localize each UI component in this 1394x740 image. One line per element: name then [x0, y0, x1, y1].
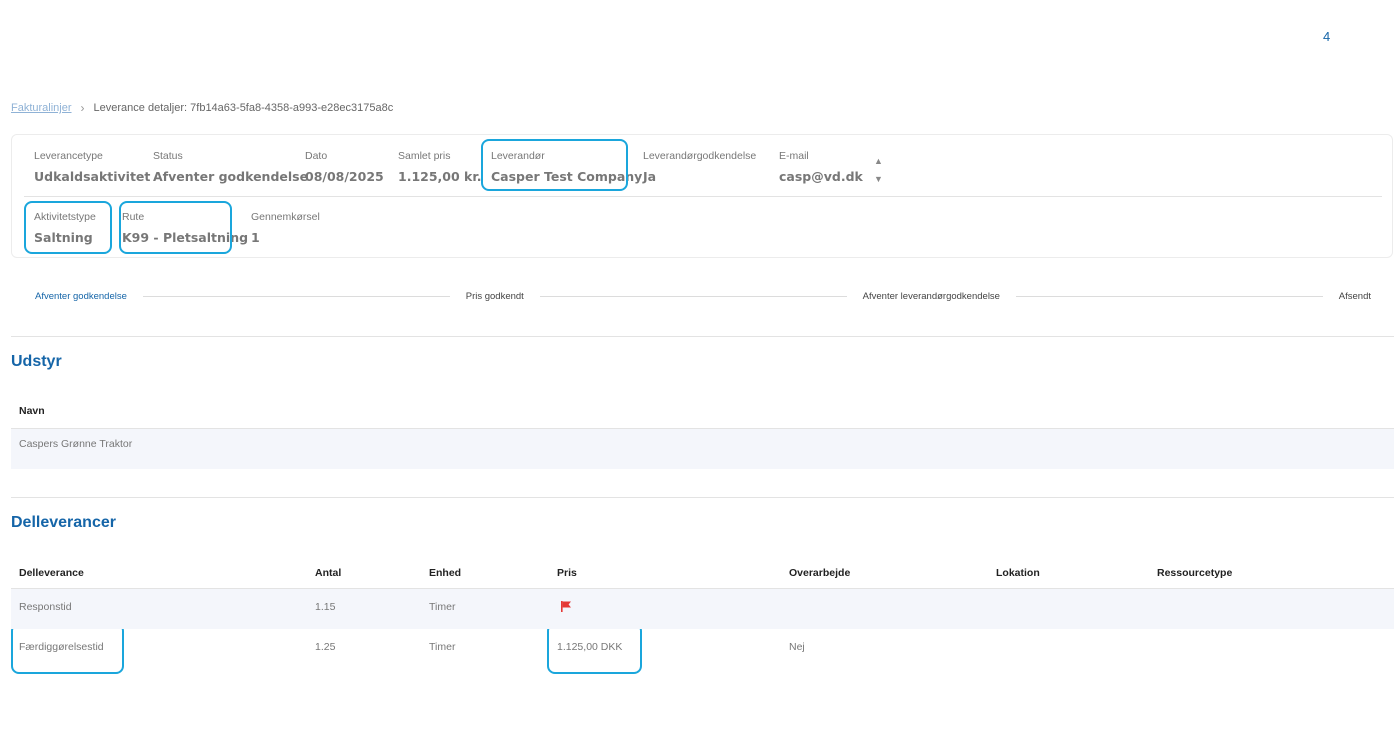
field-leverancetype: Leverancetype Udkaldsaktivitet: [34, 150, 150, 184]
field-label: Samlet pris: [398, 150, 451, 162]
field-leverandor: Leverandør Casper Test Company: [491, 150, 642, 184]
column-header-enhed[interactable]: Enhed: [429, 567, 461, 579]
card-divider: [24, 196, 1382, 197]
page-number: 4: [1323, 29, 1331, 44]
step-afventer-godkendelse: Afventer godkendelse: [35, 290, 127, 302]
table-row[interactable]: Færdiggørelsestid 1.25 Timer 1.125,00 DK…: [11, 629, 1394, 669]
field-label: E-mail: [779, 150, 809, 162]
cell-enhed: Timer: [429, 641, 456, 653]
breadcrumb-link-fakturalinjer[interactable]: Fakturalinjer: [11, 102, 72, 114]
field-leverandorgodkendelse: Leverandørgodkendelse Ja: [643, 150, 756, 184]
table-row[interactable]: Caspers Grønne Traktor: [11, 429, 1394, 469]
column-header-navn[interactable]: Navn: [19, 405, 45, 417]
table-header: Delleverance Antal Enhed Pris Overarbejd…: [11, 553, 1394, 589]
field-samlet-pris: Samlet pris 1.125,00 kr.: [398, 150, 481, 184]
column-header-pris[interactable]: Pris: [557, 567, 577, 579]
field-dato: Dato 08/08/2025: [305, 150, 384, 184]
field-value: casp@vd.dk: [779, 169, 863, 184]
field-aktivitetstype: Aktivitetstype Saltning: [34, 211, 96, 245]
column-header-lokation[interactable]: Lokation: [996, 567, 1040, 579]
cell-antal: 1.15: [315, 601, 336, 613]
delleverancer-table: Delleverance Antal Enhed Pris Overarbejd…: [11, 553, 1394, 669]
field-value: 1.125,00 kr.: [398, 169, 482, 184]
field-label: Gennemkørsel: [251, 211, 320, 223]
section-title-delleverancer: Delleverancer: [11, 514, 116, 531]
column-header-delleverance[interactable]: Delleverance: [19, 567, 84, 579]
section-divider: [11, 336, 1394, 337]
column-header-overarbejde[interactable]: Overarbejde: [789, 567, 850, 579]
field-value: Ja: [643, 169, 657, 184]
field-status: Status Afventer godkendelse: [153, 150, 308, 184]
field-label: Leverandørgodkendelse: [643, 150, 757, 162]
cell-antal: 1.25: [315, 641, 336, 653]
section-title-udstyr: Udstyr: [11, 353, 62, 370]
breadcrumb: Fakturalinjer › Leverance detaljer: 7fb1…: [11, 101, 393, 115]
field-rute: Rute K99 - Pletsaltning: [122, 211, 248, 245]
field-label: Leverandør: [491, 150, 545, 162]
field-value: Afventer godkendelse: [153, 169, 309, 184]
field-email: E-mail casp@vd.dk: [779, 150, 863, 184]
chevron-right-icon: ›: [80, 101, 85, 115]
field-label: Dato: [305, 150, 328, 162]
field-value: K99 - Pletsaltning: [122, 230, 249, 245]
section-divider: [11, 497, 1394, 498]
field-value: 08/08/2025: [305, 169, 384, 184]
table-header: Navn: [11, 393, 1394, 429]
udstyr-table: Navn Caspers Grønne Traktor: [11, 393, 1394, 469]
cell-pris: 1.125,00 DKK: [557, 641, 623, 653]
step-afsendt: Afsendt: [1338, 290, 1372, 302]
step-connector: [1015, 295, 1323, 297]
table-row[interactable]: Responstid 1.15 Timer: [11, 589, 1394, 629]
field-gennemkorsel: Gennemkørsel 1: [251, 211, 320, 245]
cell-enhed: Timer: [429, 601, 456, 613]
cell-navn: Caspers Grønne Traktor: [19, 438, 133, 450]
status-stepper: Afventer godkendelse Pris godkendt Afven…: [35, 289, 1371, 303]
sort-arrows-icon[interactable]: ▲ ▼: [874, 152, 883, 188]
field-label: Status: [153, 150, 183, 162]
step-afventer-leverandorgodkendelse: Afventer leverandørgodkendelse: [862, 290, 1000, 302]
delivery-details-card: Leverancetype Udkaldsaktivitet Status Af…: [11, 134, 1393, 258]
step-pris-godkendt: Pris godkendt: [465, 290, 524, 302]
step-connector: [539, 295, 847, 297]
field-value: 1: [251, 230, 260, 245]
step-connector: [142, 295, 450, 297]
cell-delleverance: Responstid: [19, 601, 72, 613]
field-value: Casper Test Company: [491, 169, 643, 184]
cell-overarbejde: Nej: [789, 641, 805, 653]
field-label: Rute: [122, 211, 145, 223]
flag-icon[interactable]: [560, 600, 572, 612]
cell-delleverance: Færdiggørelsestid: [19, 641, 104, 653]
column-header-ressourcetype[interactable]: Ressourcetype: [1157, 567, 1232, 579]
field-label: Aktivitetstype: [34, 211, 96, 223]
field-value: Udkaldsaktivitet: [34, 169, 151, 184]
field-label: Leverancetype: [34, 150, 103, 162]
field-value: Saltning: [34, 230, 93, 245]
breadcrumb-current: Leverance detaljer: 7fb14a63-5fa8-4358-a…: [93, 102, 394, 114]
column-header-antal[interactable]: Antal: [315, 567, 341, 579]
